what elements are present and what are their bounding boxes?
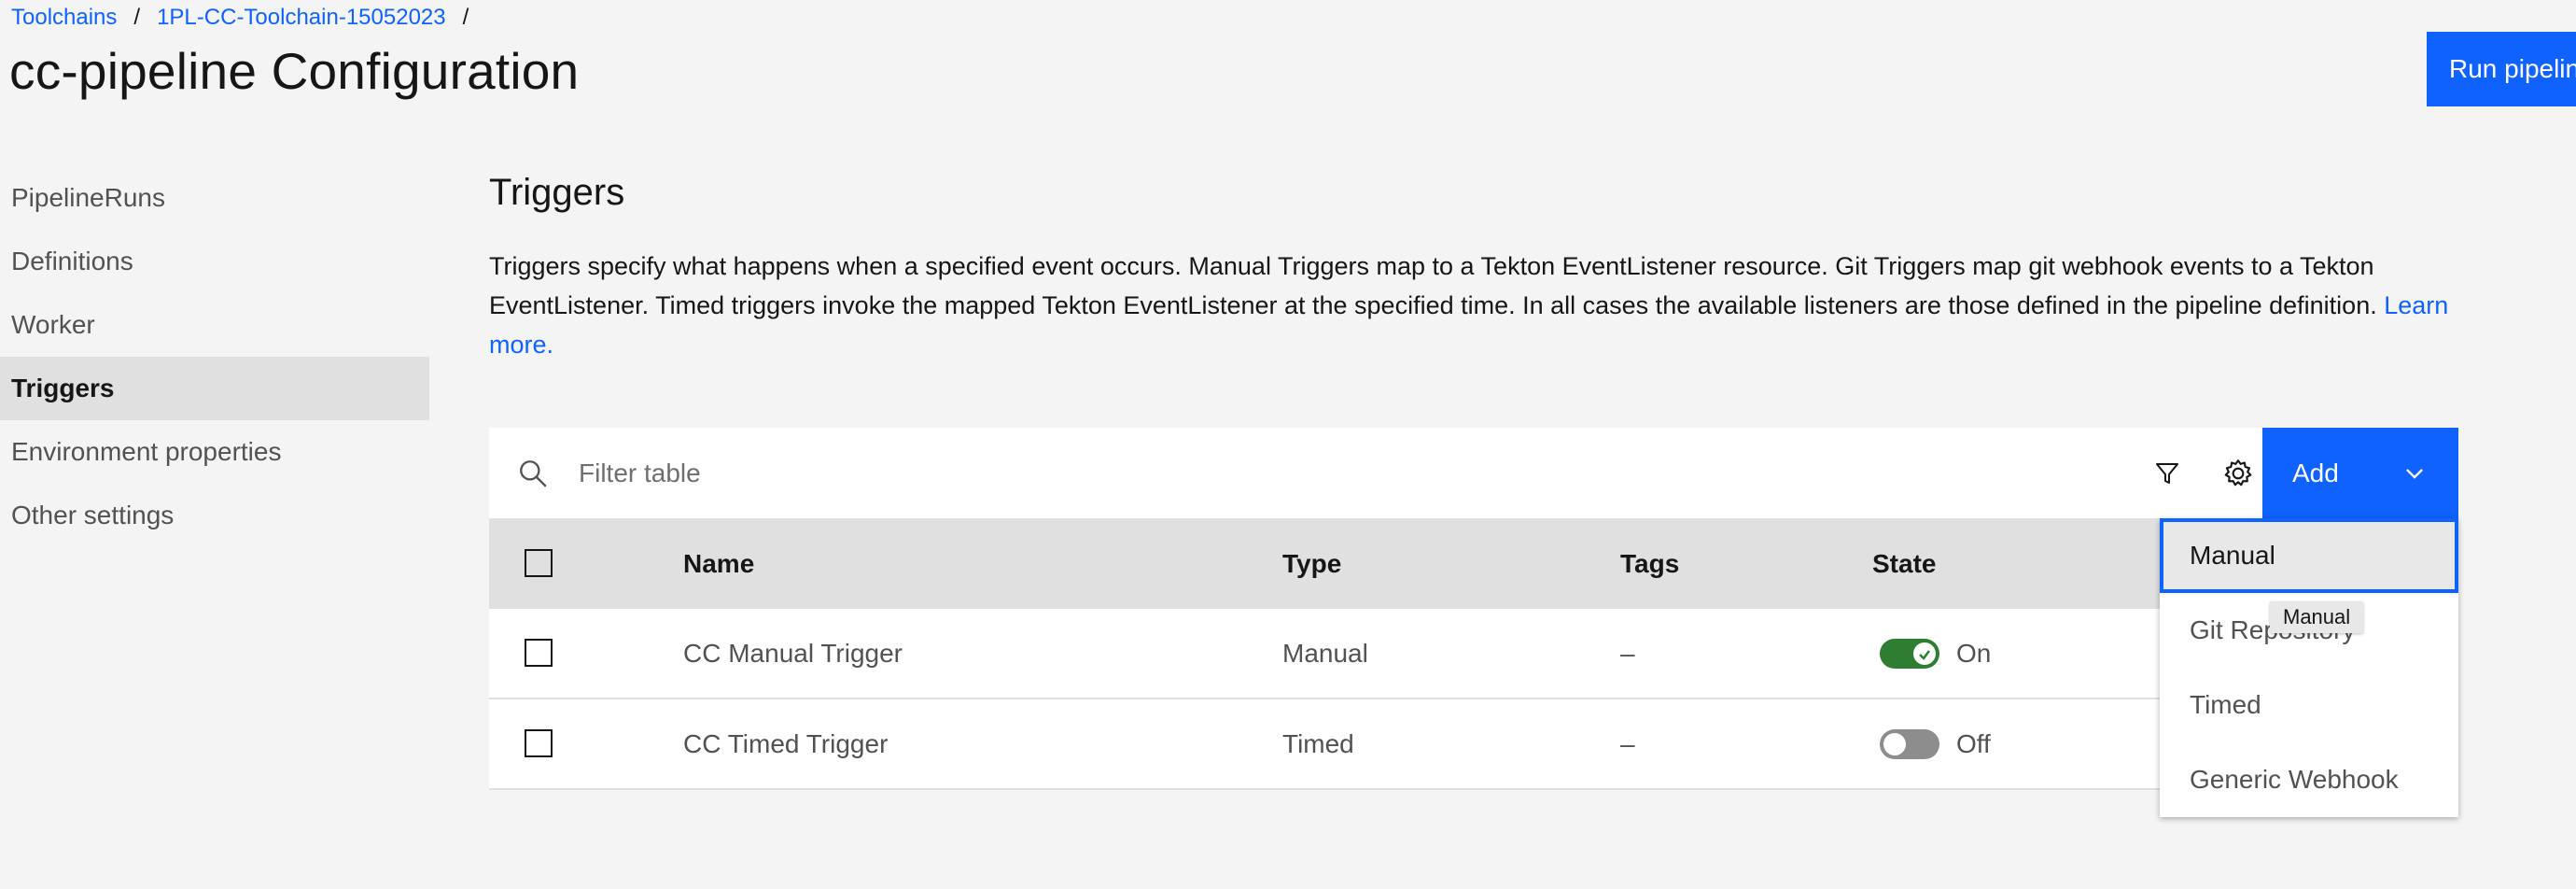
toggle-knob <box>1883 732 1906 755</box>
menu-item-manual[interactable]: Manual <box>2160 518 2458 593</box>
filter-icon <box>2156 462 2178 484</box>
column-header-state[interactable]: State <box>1872 518 1936 609</box>
filter-table-input[interactable] <box>579 428 1979 518</box>
select-all-checkbox[interactable] <box>525 549 553 577</box>
trigger-tags: – <box>1620 728 1635 758</box>
trigger-type: Manual <box>1282 638 1368 668</box>
sidenav-item-pipelineruns[interactable]: PipelineRuns <box>0 166 429 230</box>
checkmark-icon <box>1919 649 1930 660</box>
run-pipeline-button[interactable]: Run pipeline <box>2427 32 2576 106</box>
breadcrumb-separator: / <box>133 5 141 30</box>
menu-item-generic-webhook[interactable]: Generic Webhook <box>2160 742 2458 817</box>
search-icon <box>520 460 547 487</box>
menu-item-timed[interactable]: Timed <box>2160 668 2458 742</box>
sidenav-item-other-settings[interactable]: Other settings <box>0 484 429 547</box>
trigger-name[interactable]: CC Timed Trigger <box>683 699 888 788</box>
chevron-down-icon <box>2406 469 2423 479</box>
add-button-label: Add <box>2292 459 2339 487</box>
row-checkbox[interactable] <box>525 639 553 667</box>
state-toggle[interactable] <box>1880 638 1939 669</box>
section-title: Triggers <box>489 172 625 213</box>
column-header-tags[interactable]: Tags <box>1620 518 1679 609</box>
gear-icon <box>2224 459 2252 486</box>
add-trigger-button[interactable]: Add <box>2262 428 2458 518</box>
state-label: On <box>1956 638 1992 668</box>
row-checkbox[interactable] <box>525 729 553 757</box>
add-trigger-menu: Manual Git Repository Timed Generic Webh… <box>2160 518 2458 817</box>
tooltip: Manual <box>2270 601 2364 633</box>
description-text: Triggers specify what happens when a spe… <box>489 252 2377 319</box>
table-toolbar: Add <box>489 428 2458 518</box>
state-toggle[interactable] <box>1880 728 1939 759</box>
sidenav-item-environment-properties[interactable]: Environment properties <box>0 420 429 484</box>
breadcrumb: Toolchains / 1PL-CC-Toolchain-15052023 / <box>11 2 485 34</box>
toggle-knob <box>1913 642 1936 665</box>
sidenav-item-worker[interactable]: Worker <box>0 293 429 357</box>
trigger-type: Timed <box>1282 728 1354 758</box>
sidenav-item-definitions[interactable]: Definitions <box>0 230 429 293</box>
sidenav-item-triggers[interactable]: Triggers <box>0 357 429 420</box>
side-nav: PipelineRuns Definitions Worker Triggers… <box>0 166 429 547</box>
trigger-tags: – <box>1620 638 1635 668</box>
column-header-type[interactable]: Type <box>1282 518 1341 609</box>
section-description: Triggers specify what happens when a spe… <box>489 247 2468 364</box>
page-title: cc-pipeline Configuration <box>9 42 580 100</box>
settings-button[interactable] <box>2215 428 2261 518</box>
column-header-name[interactable]: Name <box>683 518 754 609</box>
trigger-state: Off <box>1880 699 1991 788</box>
trigger-state: On <box>1880 609 1991 698</box>
trigger-name[interactable]: CC Manual Trigger <box>683 609 903 698</box>
breadcrumb-link-toolchains[interactable]: Toolchains <box>11 2 117 34</box>
breadcrumb-separator: / <box>462 5 469 30</box>
state-label: Off <box>1956 728 1991 758</box>
breadcrumb-link-toolchain[interactable]: 1PL-CC-Toolchain-15052023 <box>157 2 446 34</box>
filter-button[interactable] <box>2122 428 2212 518</box>
